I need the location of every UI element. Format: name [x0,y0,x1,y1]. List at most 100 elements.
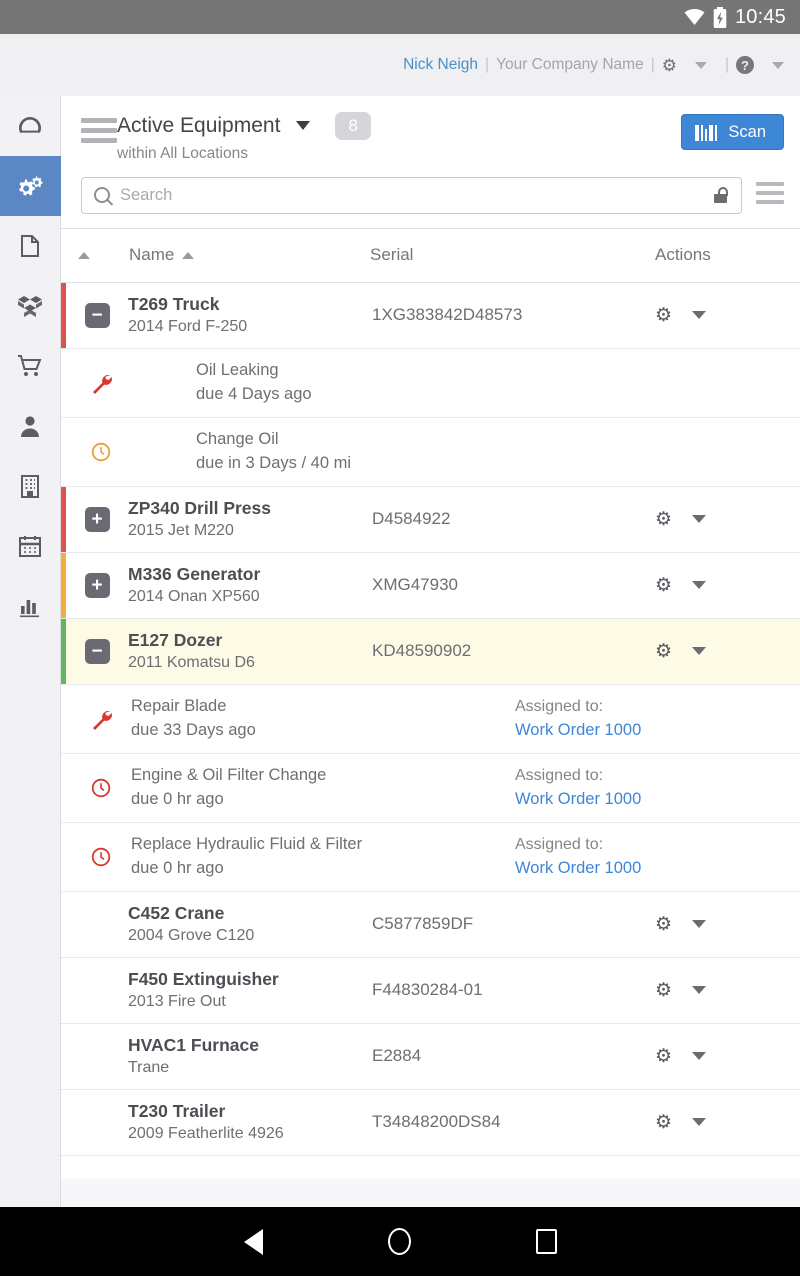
chevron-down-icon[interactable] [692,515,706,523]
gear-icon[interactable]: ⚙ [655,576,672,595]
hamburger-icon[interactable] [81,118,117,148]
back-triangle-icon[interactable] [244,1229,263,1255]
task-row[interactable]: Replace Hydraulic Fluid & Filterdue 0 hr… [61,823,800,892]
expand-toggle[interactable]: + [85,507,110,532]
sidebar-item-schedule[interactable] [0,516,61,576]
header-separator-2: | [651,56,655,74]
chevron-down-icon[interactable] [692,986,706,994]
equipment-name-cell[interactable]: ZP340 Drill Press2015 Jet M220 [128,498,372,540]
sidebar-item-dashboard[interactable] [0,96,61,156]
task-due: due 0 hr ago [131,859,515,878]
chevron-down-icon[interactable] [692,1118,706,1126]
body-wrapper: Active Equipment 8 within All Locations … [0,96,800,1207]
chevron-down-icon[interactable] [692,311,706,319]
row-toggle-cell[interactable] [66,1110,128,1135]
chevron-down-icon[interactable] [692,1052,706,1060]
table-row[interactable]: F450 Extinguisher2013 Fire OutF44830284-… [61,958,800,1024]
android-nav-bar [0,1207,800,1276]
row-actions: ⚙ [655,981,800,1000]
gear-icon[interactable]: ⚙ [655,306,672,325]
table-row[interactable]: −T269 Truck2014 Ford F-2501XG383842D4857… [61,283,800,349]
sidebar-item-contacts[interactable] [0,396,61,456]
table-row[interactable]: +ZP340 Drill Press2015 Jet M220D4584922⚙ [61,487,800,553]
sort-ascending-icon[interactable] [61,252,106,259]
gear-icon[interactable]: ⚙ [655,915,672,934]
sidebar-rail [0,96,61,1207]
table-row[interactable]: C452 Crane2004 Grove C120C5877859DF⚙ [61,892,800,958]
row-toggle-cell[interactable] [66,1044,128,1069]
chevron-down-icon[interactable] [692,581,706,589]
equipment-name-cell[interactable]: C452 Crane2004 Grove C120 [128,903,372,945]
row-actions: ⚙ [655,510,800,529]
task-row[interactable]: Change Oildue in 3 Days / 40 mi [61,418,800,487]
equipment-model: 2004 Grove C120 [128,927,364,945]
row-toggle-cell[interactable] [66,978,128,1003]
no-toggle [85,1110,110,1135]
equipment-name-cell[interactable]: T230 Trailer2009 Featherlite 4926 [128,1101,372,1143]
task-assignment: Assigned to:Work Order 1000 [515,767,800,809]
scan-button[interactable]: Scan [681,114,784,150]
sidebar-item-locations[interactable] [0,456,61,516]
table-row[interactable]: HVAC1 FurnaceTraneE2884⚙ [61,1024,800,1090]
task-row[interactable]: Oil Leakingdue 4 Days ago [61,349,800,418]
sidebar-item-reports[interactable] [0,576,61,636]
gear-icon[interactable]: ⚙ [655,642,672,661]
search-input[interactable]: Search [81,177,742,214]
settings-chevron-down-icon[interactable] [695,62,707,69]
work-order-link[interactable]: Work Order 1000 [515,859,800,878]
task-detail: Repair Bladedue 33 Days ago [123,697,515,740]
column-header-name[interactable]: Name [106,245,370,265]
work-order-link[interactable]: Work Order 1000 [515,790,800,809]
row-toggle-cell[interactable]: + [66,507,128,532]
account-company-name: Your Company Name [496,56,644,74]
sidebar-item-equipment[interactable] [0,156,61,216]
equipment-name-cell[interactable]: HVAC1 FurnaceTrane [128,1035,372,1077]
chevron-down-icon[interactable] [692,920,706,928]
scan-button-label: Scan [728,123,766,142]
help-circle-icon[interactable]: ? [736,56,754,74]
title-block: Active Equipment 8 within All Locations [117,112,681,163]
table-row[interactable]: −E127 Dozer2011 Komatsu D6KD48590902⚙ [61,619,800,685]
recents-square-icon[interactable] [536,1229,557,1254]
work-order-link[interactable]: Work Order 1000 [515,721,800,740]
equipment-name: ZP340 Drill Press [128,498,364,519]
expand-toggle[interactable]: + [85,573,110,598]
sidebar-item-inventory[interactable] [0,276,61,336]
task-assignment: Assigned to:Work Order 1000 [515,698,800,740]
gear-icon[interactable]: ⚙ [655,981,672,1000]
collapse-toggle[interactable]: − [85,303,110,328]
status-bar-time: 10:45 [735,6,786,29]
equipment-name-cell[interactable]: E127 Dozer2011 Komatsu D6 [128,630,372,672]
equipment-name-cell[interactable]: T269 Truck2014 Ford F-250 [128,294,372,336]
task-row[interactable]: Engine & Oil Filter Changedue 0 hr agoAs… [61,754,800,823]
chevron-down-icon[interactable] [692,647,706,655]
row-toggle-cell[interactable] [66,912,128,937]
table-row[interactable]: T230 Trailer2009 Featherlite 4926T348482… [61,1090,800,1156]
equipment-name-cell[interactable]: F450 Extinguisher2013 Fire Out [128,969,372,1011]
home-circle-icon[interactable] [388,1228,411,1255]
wifi-icon [684,9,705,25]
table-row[interactable]: +M336 Generator2014 Onan XP560XMG47930⚙ [61,553,800,619]
column-header-serial[interactable]: Serial [370,245,655,265]
row-toggle-cell[interactable]: − [66,303,128,328]
list-menu-icon[interactable] [756,182,784,209]
sidebar-item-documents[interactable] [0,216,61,276]
row-toggle-cell[interactable]: + [66,573,128,598]
list-bottom-filler [61,1179,800,1207]
view-chevron-down-icon[interactable] [296,121,310,130]
account-user-link[interactable]: Nick Neigh [403,56,478,74]
gear-icon[interactable]: ⚙ [655,1113,672,1132]
equipment-model: 2009 Featherlite 4926 [128,1125,364,1143]
row-toggle-cell[interactable]: − [66,639,128,664]
toolbar: Active Equipment 8 within All Locations … [61,96,800,228]
gear-icon[interactable]: ⚙ [662,57,677,74]
collapse-toggle[interactable]: − [85,639,110,664]
equipment-name-cell[interactable]: M336 Generator2014 Onan XP560 [128,564,372,606]
sidebar-item-purchasing[interactable] [0,336,61,396]
gear-icon[interactable]: ⚙ [655,510,672,529]
gear-icon[interactable]: ⚙ [655,1047,672,1066]
task-row[interactable]: Repair Bladedue 33 Days agoAssigned to:W… [61,685,800,754]
unlock-icon[interactable] [712,187,729,203]
equipment-model: Trane [128,1059,364,1077]
help-chevron-down-icon[interactable] [772,62,784,69]
